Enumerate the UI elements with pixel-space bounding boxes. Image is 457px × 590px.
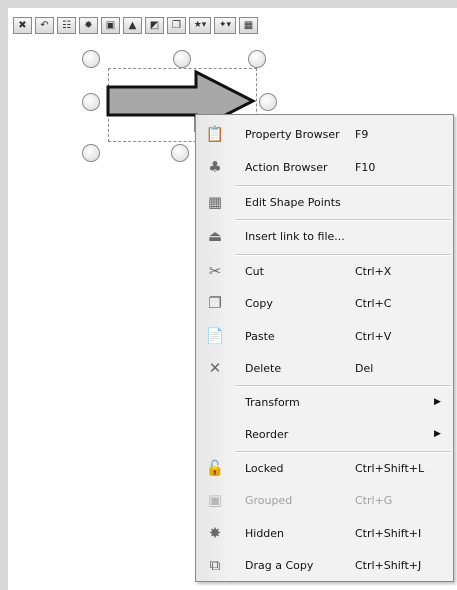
menu-item-copy[interactable]: ❐ Copy Ctrl+C (196, 287, 453, 319)
resize-handle-right[interactable] (259, 93, 277, 111)
menu-item-shortcut: Ctrl+C (355, 296, 392, 310)
insert-link-icon: ⏏ (207, 227, 223, 245)
menu-item-paste[interactable]: 📄 Paste Ctrl+V (196, 320, 453, 352)
menu-item-cut[interactable]: ✂ Cut Ctrl+X (196, 255, 453, 287)
action-browser-icon: ♣ (208, 158, 222, 176)
group-icon: ▣ (207, 491, 223, 509)
copy-icon: ❐ (208, 294, 222, 312)
gear-icon[interactable]: ✹ (79, 17, 98, 34)
menu-item-shortcut: F10 (355, 160, 376, 174)
menu-item-action-browser[interactable]: ♣ Action Browser F10 (196, 151, 453, 183)
menu-item-delete[interactable]: ✕ Delete Del (196, 352, 453, 384)
menu-item-label: Cut (245, 264, 264, 278)
menu-item-label: Reorder (245, 427, 289, 441)
edit-points-icon: ▦ (207, 193, 223, 211)
menu-item-label: Insert link to file... (245, 229, 345, 243)
resize-handle-bottom[interactable] (171, 144, 189, 162)
menu-item-shortcut: Ctrl+V (355, 329, 392, 343)
menu-item-shortcut: Ctrl+Shift+L (355, 461, 425, 475)
menu-item-locked[interactable]: 🔓 Locked Ctrl+Shift+L (196, 452, 453, 484)
triangle-icon[interactable]: ▲ (123, 17, 142, 34)
copy-icon[interactable]: ❐ (167, 17, 186, 34)
undo-icon[interactable]: ↶ (35, 17, 54, 34)
menu-item-hidden[interactable]: ✸ Hidden Ctrl+Shift+I (196, 517, 453, 549)
shapes-icon[interactable]: ◩ (145, 17, 164, 34)
menu-item-property-browser[interactable]: 📋 Property Browser F9 (196, 118, 453, 150)
menu-item-shortcut: Ctrl+X (355, 264, 392, 278)
menu-item-label: Edit Shape Points (245, 195, 341, 209)
submenu-arrow-icon: ▶ (434, 429, 441, 439)
menu-item-drag-a-copy[interactable]: ⧉ Drag a Copy Ctrl+Shift+J (196, 549, 453, 581)
drag-copy-icon: ⧉ (209, 556, 221, 574)
close-icon[interactable]: ✖ (13, 17, 32, 34)
menu-item-insert-link[interactable]: ⏏ Insert link to file... (196, 220, 453, 252)
menu-item-label: Paste (245, 329, 275, 343)
menu-item-label: Delete (245, 361, 282, 375)
menu-item-shortcut: Ctrl+G (355, 493, 393, 507)
resize-handle-top-right[interactable] (248, 50, 266, 68)
star-dropdown-icon[interactable]: ★▾ (189, 17, 211, 34)
menu-item-label: Grouped (245, 493, 293, 507)
frame-icon[interactable]: ▦ (239, 17, 258, 34)
delete-icon: ✕ (208, 359, 222, 377)
menu-item-shortcut: Ctrl+Shift+J (355, 558, 422, 572)
hidden-icon: ✸ (208, 524, 222, 542)
menu-item-label: Property Browser (245, 127, 340, 141)
shape-toolbar: ✖ ↶ ☷ ✹ ▣ ▲ ◩ ❐ ★▾ ✦▾ ▦ (13, 17, 258, 35)
paste-icon: 📄 (205, 327, 225, 345)
menu-item-shortcut: F9 (355, 127, 369, 141)
menu-item-label: Copy (245, 296, 273, 310)
resize-handle-bottom-left[interactable] (82, 144, 100, 162)
menu-item-grouped: ▣ Grouped Ctrl+G (196, 484, 453, 516)
menu-item-label: Locked (245, 461, 284, 475)
menu-item-reorder[interactable]: Reorder ▶ (196, 418, 453, 450)
resize-handle-top-left[interactable] (82, 50, 100, 68)
menu-item-shortcut: Del (355, 361, 374, 375)
menu-item-transform[interactable]: Transform ▶ (196, 386, 453, 418)
property-browser-icon: 📋 (205, 125, 225, 143)
resize-handle-top[interactable] (173, 50, 191, 68)
menu-item-shortcut: Ctrl+Shift+I (355, 526, 422, 540)
layers-icon[interactable]: ▣ (101, 17, 120, 34)
menu-item-label: Transform (245, 395, 300, 409)
menu-item-label: Action Browser (245, 160, 328, 174)
scissors-icon: ✂ (208, 262, 222, 280)
star-small-dropdown-icon[interactable]: ✦▾ (214, 17, 236, 34)
lock-icon: 🔓 (205, 459, 225, 477)
submenu-arrow-icon: ▶ (434, 397, 441, 407)
properties-icon[interactable]: ☷ (57, 17, 76, 34)
context-menu: 📋 Property Browser F9 ♣ Action Browser F… (195, 114, 454, 582)
resize-handle-left[interactable] (82, 93, 100, 111)
menu-item-label: Drag a Copy (245, 558, 314, 572)
menu-item-label: Hidden (245, 526, 285, 540)
menu-item-edit-shape-points[interactable]: ▦ Edit Shape Points (196, 186, 453, 218)
